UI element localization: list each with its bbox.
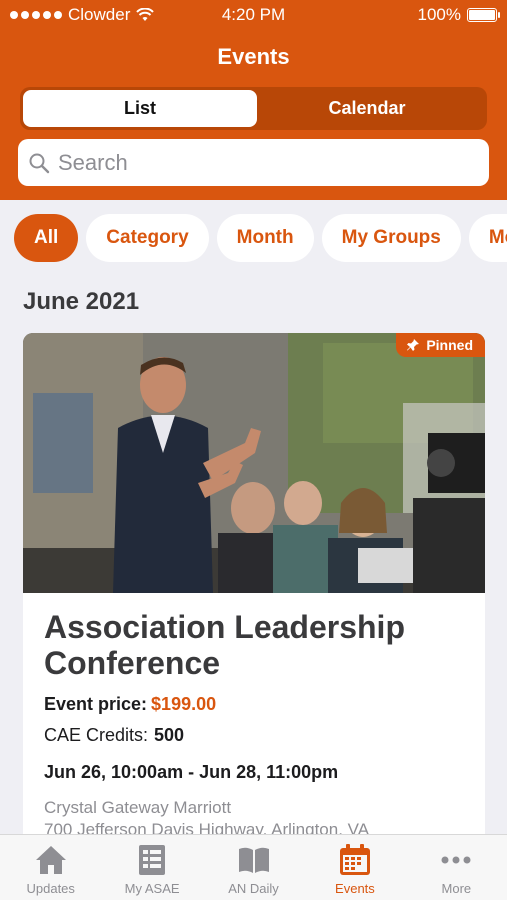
event-price-label: Event price: bbox=[44, 694, 148, 714]
filter-chip-my-groups[interactable]: My Groups bbox=[321, 214, 461, 262]
tab-more[interactable]: More bbox=[406, 835, 507, 900]
month-section-heading: June 2021 bbox=[23, 288, 140, 315]
filter-chip-more[interactable]: More bbox=[468, 214, 507, 262]
event-title: Association Leadership Conference bbox=[44, 609, 405, 681]
pinned-badge: Pinned bbox=[396, 333, 485, 357]
pinned-label: Pinned bbox=[426, 337, 473, 353]
tab-my-asae[interactable]: My ASAE bbox=[101, 835, 202, 900]
bottom-tab-bar: Updates My ASAE AN Daily Events More bbox=[0, 834, 507, 900]
tab-updates-label: Updates bbox=[26, 881, 75, 896]
view-segmented-control: List Calendar bbox=[20, 87, 487, 130]
list-tab[interactable]: List bbox=[23, 90, 257, 127]
search-bar[interactable] bbox=[18, 139, 489, 186]
app-header: Clowder 4:20 PM 100% Events List Calenda… bbox=[0, 0, 507, 200]
tab-an-daily[interactable]: AN Daily bbox=[203, 835, 304, 900]
event-price-value: $199.00 bbox=[151, 694, 217, 714]
book-icon bbox=[238, 847, 269, 873]
tab-my-asae-label: My ASAE bbox=[124, 881, 180, 896]
event-price-row: Event price: $199.00 bbox=[44, 694, 464, 715]
filter-chip-month[interactable]: Month bbox=[216, 214, 314, 262]
cae-credits-label: CAE Credits: bbox=[44, 725, 149, 745]
page-title: Events bbox=[217, 44, 290, 69]
cae-credits-value: 500 bbox=[154, 725, 185, 745]
tab-an-daily-label: AN Daily bbox=[228, 881, 279, 896]
calendar-tab[interactable]: Calendar bbox=[250, 90, 484, 127]
event-venue: Crystal Gateway Marriott bbox=[44, 798, 232, 817]
tab-updates[interactable]: Updates bbox=[0, 835, 101, 900]
event-photo-illustration bbox=[23, 333, 485, 593]
event-photo: Pinned bbox=[23, 333, 485, 593]
tab-events[interactable]: Events bbox=[304, 835, 405, 900]
list-document-icon bbox=[139, 845, 166, 875]
filter-chips: All Category Month My Groups More bbox=[14, 214, 507, 262]
tab-more-label: More bbox=[441, 881, 472, 896]
search-input[interactable] bbox=[58, 149, 458, 176]
tab-events-label: Events bbox=[335, 881, 375, 896]
home-icon bbox=[35, 846, 66, 874]
battery-icon bbox=[467, 8, 500, 22]
event-dates: Jun 26, 10:00am - Jun 28, 11:00pm bbox=[44, 762, 339, 782]
pin-icon bbox=[407, 339, 420, 351]
filter-chip-category[interactable]: Category bbox=[86, 214, 209, 262]
more-dots-icon bbox=[441, 856, 471, 864]
status-bar: Clowder 4:20 PM 100% bbox=[0, 0, 507, 30]
calendar-icon bbox=[339, 844, 370, 875]
event-card[interactable]: Pinned Association Leadership Conference… bbox=[23, 333, 485, 853]
battery-percent: 100% bbox=[417, 5, 461, 24]
filter-chip-all[interactable]: All bbox=[14, 214, 79, 262]
search-icon bbox=[29, 153, 50, 173]
cae-credits-row: CAE Credits: 500 bbox=[44, 725, 464, 746]
event-details: Association Leadership Conference Event … bbox=[44, 609, 464, 841]
